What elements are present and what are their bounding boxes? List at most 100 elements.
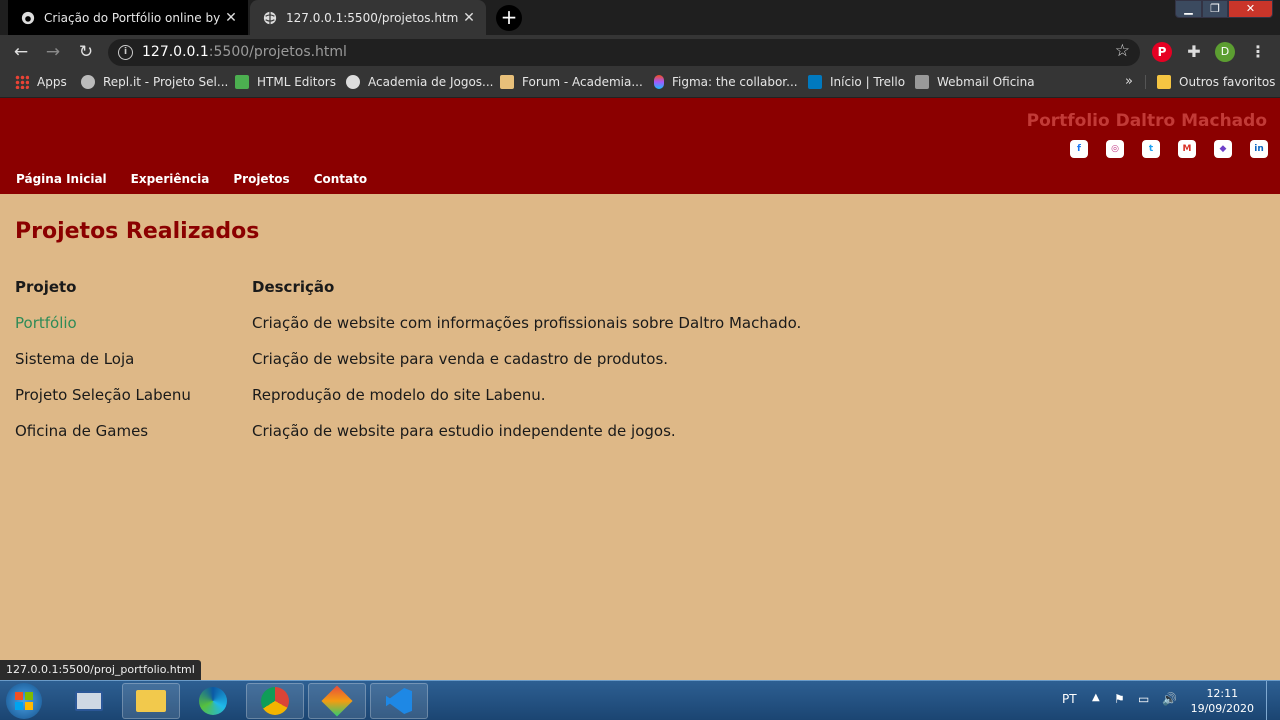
webmail-icon	[915, 75, 929, 89]
new-tab-button[interactable]: +	[496, 5, 522, 31]
bookmark-replit[interactable]: Repl.it - Projeto Sel...	[81, 75, 228, 89]
github-icon	[20, 10, 36, 26]
github-icon[interactable]: ◆	[1214, 140, 1232, 158]
bookmark-other-favorites[interactable]: Outros favoritos	[1145, 75, 1275, 89]
bookmark-trello[interactable]: Início | Trello	[808, 75, 905, 89]
status-bar-url: 127.0.0.1:5500/proj_portfolio.html	[0, 660, 201, 680]
tab-projetos[interactable]: 127.0.0.1:5500/projetos.html ✕	[250, 0, 486, 35]
page-title: Projetos Realizados	[15, 219, 260, 244]
project-description: Reprodução de modelo do site Labenu.	[252, 386, 546, 404]
taskbar-app-explorer[interactable]	[122, 683, 180, 719]
table-row: Oficina de Games Criação de website para…	[15, 422, 915, 458]
bookmark-apps[interactable]: Apps	[15, 75, 67, 89]
start-button[interactable]	[6, 683, 42, 719]
address-bar[interactable]: i 127.0.0.1:5500/projetos.html ☆	[108, 39, 1140, 66]
browser-menu-icon[interactable]: ⋮	[1248, 42, 1268, 62]
linkedin-icon[interactable]: in	[1250, 140, 1268, 158]
back-arrow-icon[interactable]: ←	[9, 40, 33, 64]
info-icon[interactable]: i	[118, 45, 133, 60]
project-description: Criação de website com informações profi…	[252, 314, 802, 332]
clock-time: 12:11	[1206, 687, 1239, 700]
maximize-button[interactable]: ❐	[1202, 0, 1228, 18]
vscode-icon	[386, 688, 412, 714]
figma-icon	[654, 75, 664, 89]
close-tab-icon[interactable]: ✕	[220, 10, 242, 26]
bookmark-figma[interactable]: Figma: the collabor...	[654, 75, 798, 89]
browser-tab-strip: Criação do Portfólio online by da ✕ 127.…	[0, 0, 1280, 35]
tab-title: Criação do Portfólio online by da	[44, 10, 220, 25]
network-status-icon[interactable]: ⚑	[1114, 692, 1125, 706]
windows-logo-icon	[15, 692, 33, 710]
table-row: Sistema de Loja Criação de website para …	[15, 350, 915, 386]
nav-projetos[interactable]: Projetos	[233, 172, 289, 186]
taskbar-app-edge[interactable]	[184, 683, 242, 719]
url-text: 127.0.0.1:5500/projetos.html	[142, 44, 347, 60]
bookmark-academia-jogos[interactable]: Academia de Jogos...	[346, 75, 494, 89]
instagram-icon[interactable]: ◎	[1106, 140, 1124, 158]
html-editor-icon	[235, 75, 249, 89]
forward-arrow-icon[interactable]: →	[41, 40, 65, 64]
bookmark-html-editors[interactable]: HTML Editors	[235, 75, 336, 89]
tab-title: 127.0.0.1:5500/projetos.html	[286, 10, 458, 25]
chrome-icon	[261, 687, 289, 715]
taskbar-app-git[interactable]	[308, 683, 366, 719]
apps-grid-icon	[15, 75, 29, 89]
table-header: Projeto Descrição	[15, 278, 915, 314]
project-name: Sistema de Loja	[15, 350, 135, 368]
site-title: Portfolio Daltro Machado	[1026, 111, 1267, 131]
site-nav: Página Inicial Experiência Projetos Cont…	[16, 172, 367, 186]
edge-icon	[199, 687, 227, 715]
language-indicator[interactable]: PT	[1062, 692, 1077, 706]
action-center-icon[interactable]: ▭	[1138, 692, 1149, 706]
clock-date: 19/09/2020	[1190, 702, 1254, 715]
profile-avatar[interactable]: D	[1215, 42, 1235, 62]
replit-icon	[81, 75, 95, 89]
folder-icon	[136, 690, 166, 712]
project-name: Projeto Seleção Labenu	[15, 386, 191, 404]
extensions-puzzle-icon[interactable]: ✚	[1184, 42, 1204, 62]
nav-contato[interactable]: Contato	[314, 172, 367, 186]
reload-icon[interactable]: ↻	[74, 40, 98, 64]
gmail-icon[interactable]: M	[1178, 140, 1196, 158]
column-header-project: Projeto	[15, 278, 77, 296]
git-icon	[321, 685, 353, 717]
windows-taskbar: PT ▲ ⚑ ▭ 🔊 12:11 19/09/2020	[0, 680, 1280, 720]
pinterest-extension-icon[interactable]: P	[1152, 42, 1172, 62]
nav-pagina-inicial[interactable]: Página Inicial	[16, 172, 107, 186]
social-links: f ◎ t M ◆ in	[1070, 140, 1268, 158]
close-tab-icon[interactable]: ✕	[458, 10, 480, 26]
site-header: Portfolio Daltro Machado f ◎ t M ◆ in Pá…	[0, 98, 1280, 194]
tab-github[interactable]: Criação do Portfólio online by da ✕	[8, 0, 248, 35]
facebook-icon[interactable]: f	[1070, 140, 1088, 158]
browser-toolbar: ← → ↻ i 127.0.0.1:5500/projetos.html ☆ P…	[0, 35, 1280, 69]
project-description: Criação de website para estudio independ…	[252, 422, 676, 440]
window-close-button[interactable]: ✕	[1228, 0, 1273, 18]
bookmark-forum[interactable]: Forum - Academia...	[500, 75, 643, 89]
project-link-portfolio[interactable]: Portfólio	[15, 314, 77, 332]
globe-icon	[262, 10, 278, 26]
show-desktop-button[interactable]	[1266, 681, 1280, 720]
bookmark-star-icon[interactable]: ☆	[1115, 41, 1130, 61]
project-description: Criação de website para venda e cadastro…	[252, 350, 669, 368]
system-clock[interactable]: 12:11 19/09/2020	[1191, 686, 1254, 716]
twitter-icon[interactable]: t	[1142, 140, 1160, 158]
taskbar-app-vscode[interactable]	[370, 683, 428, 719]
table-row: Portfólio Criação de website com informa…	[15, 314, 915, 350]
taskbar-app-keyboard[interactable]	[60, 683, 118, 719]
forum-icon	[500, 75, 514, 89]
bookmark-webmail[interactable]: Webmail Oficina	[915, 75, 1035, 89]
projects-table: Projeto Descrição Portfólio Criação de w…	[15, 278, 915, 458]
more-bookmarks-chevron-icon[interactable]: »	[1125, 74, 1133, 89]
table-row: Projeto Seleção Labenu Reprodução de mod…	[15, 386, 915, 422]
project-name: Oficina de Games	[15, 422, 149, 440]
show-hidden-icons-chevron-icon[interactable]: ▲	[1092, 692, 1100, 703]
trello-icon	[808, 75, 822, 89]
nav-experiencia[interactable]: Experiência	[131, 172, 210, 186]
folder-icon	[1157, 75, 1171, 89]
bookmarks-bar: Apps Repl.it - Projeto Sel... HTML Edito…	[0, 69, 1280, 98]
taskbar-app-chrome[interactable]	[246, 683, 304, 719]
column-header-description: Descrição	[252, 278, 335, 296]
volume-icon[interactable]: 🔊	[1162, 692, 1177, 706]
globe-icon	[346, 75, 360, 89]
minimize-button[interactable]: ▁	[1175, 0, 1202, 18]
